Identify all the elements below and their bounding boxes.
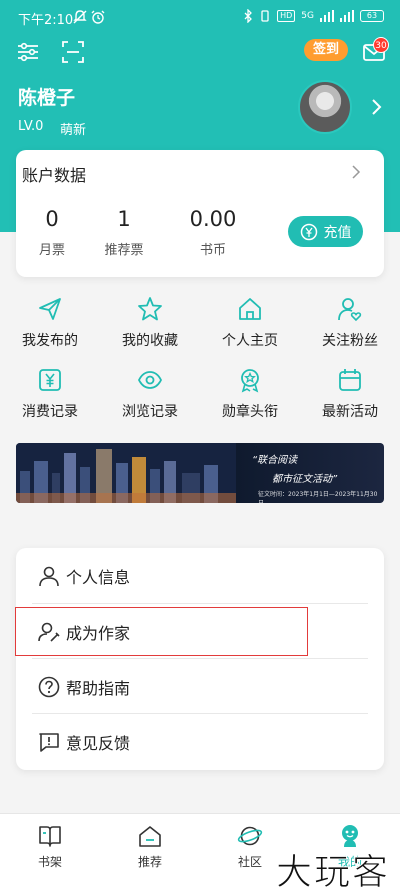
grid-label: 个人主页 bbox=[222, 333, 278, 349]
grid-label: 我发布的 bbox=[22, 333, 78, 349]
yen-coin-icon bbox=[300, 223, 317, 240]
grid-latest-events[interactable]: 最新活动 bbox=[300, 367, 400, 421]
grid-label: 消费记录 bbox=[22, 404, 78, 420]
coins-label: 书币 bbox=[199, 243, 226, 258]
recharge-label: 充值 bbox=[323, 224, 352, 241]
grid-label: 勋章头衔 bbox=[222, 404, 278, 420]
notification-off-icon bbox=[73, 10, 87, 24]
grid-personal-home[interactable]: 个人主页 bbox=[200, 296, 300, 350]
eye-icon bbox=[137, 371, 163, 389]
home-icon bbox=[239, 298, 261, 320]
chevron-right-icon[interactable] bbox=[351, 165, 361, 179]
grid-my-favorites[interactable]: 我的收藏 bbox=[100, 296, 200, 350]
grid-label: 最新活动 bbox=[322, 404, 378, 420]
event-banner[interactable]: “联合阅读 都市征文活动” 征文时间：2023年1月1日—2023年11月30日 bbox=[16, 443, 384, 503]
recommend-ticket-value[interactable]: 1 bbox=[106, 207, 142, 231]
status-right: HD 5G 63 bbox=[243, 9, 384, 23]
menu-label: 个人信息 bbox=[66, 567, 131, 587]
nav-community[interactable]: 社区 bbox=[220, 823, 280, 870]
highlight-box bbox=[15, 607, 308, 656]
menu-personal-info[interactable]: 个人信息 bbox=[16, 548, 384, 603]
chevron-right-icon[interactable] bbox=[370, 98, 382, 116]
scan-icon[interactable] bbox=[61, 40, 85, 64]
city-skyline-image bbox=[16, 443, 236, 503]
status-time: 下午2:10 bbox=[18, 13, 74, 28]
grid-follow-fans[interactable]: 关注粉丝 bbox=[300, 296, 400, 350]
menu-feedback[interactable]: 意见反馈 bbox=[16, 714, 384, 769]
medal-icon bbox=[241, 369, 259, 393]
monthly-ticket-label: 月票 bbox=[38, 243, 65, 258]
user-heart-icon bbox=[338, 298, 362, 322]
vibrate-icon bbox=[261, 10, 269, 22]
grid-my-published[interactable]: 我发布的 bbox=[0, 296, 100, 350]
bookshelf-icon bbox=[39, 826, 61, 847]
banner-subtitle: 都市征文活动” bbox=[272, 474, 338, 485]
signal-icon bbox=[320, 10, 334, 22]
monthly-ticket-value[interactable]: 0 bbox=[34, 207, 70, 231]
calendar-icon bbox=[339, 369, 361, 391]
signal-icon-2 bbox=[340, 10, 354, 22]
mail-badge: 30 bbox=[373, 37, 389, 53]
coins-value[interactable]: 0.00 bbox=[178, 207, 248, 231]
battery-indicator: 63 bbox=[360, 10, 384, 22]
grid-medal-titles[interactable]: 勋章头衔 bbox=[200, 367, 300, 421]
grid-consumption-records[interactable]: 消费记录 bbox=[0, 367, 100, 421]
avatar[interactable] bbox=[298, 80, 352, 134]
user-level-name: 萌新 bbox=[60, 123, 87, 138]
menu-label: 意见反馈 bbox=[66, 733, 131, 753]
send-icon bbox=[39, 298, 61, 320]
nav-bookshelf[interactable]: 书架 bbox=[20, 823, 80, 870]
user-level: LV.0 bbox=[18, 119, 44, 134]
watermark: 大玩客 bbox=[275, 852, 391, 889]
nav-label: 社区 bbox=[237, 855, 262, 869]
network-type: 5G bbox=[301, 11, 314, 21]
alarm-icon bbox=[91, 10, 105, 24]
banner-text: “联合阅读 都市征文活动” 征文时间：2023年1月1日—2023年11月30日 bbox=[228, 451, 378, 503]
nav-label: 推荐 bbox=[137, 855, 162, 869]
nav-label: 书架 bbox=[37, 855, 62, 869]
user-icon bbox=[39, 566, 59, 586]
grid-label: 我的收藏 bbox=[122, 333, 178, 349]
signin-button[interactable]: 签到 bbox=[304, 39, 348, 61]
bluetooth-icon bbox=[244, 9, 253, 23]
grid-label: 浏览记录 bbox=[122, 404, 178, 420]
recommend-ticket-label: 推荐票 bbox=[104, 243, 144, 258]
username[interactable]: 陈橙子 bbox=[18, 83, 75, 110]
recharge-button[interactable]: 充值 bbox=[288, 216, 363, 247]
banner-title: “联合阅读 bbox=[252, 455, 298, 466]
sliders-icon[interactable] bbox=[16, 40, 40, 64]
recommend-icon bbox=[139, 826, 161, 847]
yen-icon bbox=[39, 369, 61, 391]
feedback-icon bbox=[39, 732, 59, 752]
nav-recommend[interactable]: 推荐 bbox=[120, 823, 180, 870]
menu-help-guide[interactable]: 帮助指南 bbox=[16, 659, 384, 714]
status-bar: 下午2:10 HD 5G 63 bbox=[0, 0, 400, 34]
grid-label: 关注粉丝 bbox=[322, 333, 378, 349]
hd-badge: HD bbox=[277, 10, 296, 22]
banner-period: 征文时间：2023年1月1日—2023年11月30日 bbox=[258, 491, 378, 503]
account-title[interactable]: 账户数据 bbox=[22, 162, 86, 186]
grid-browse-history[interactable]: 浏览记录 bbox=[100, 367, 200, 421]
help-icon bbox=[38, 676, 60, 697]
community-icon bbox=[237, 826, 263, 846]
menu-label: 帮助指南 bbox=[66, 678, 131, 698]
star-icon bbox=[138, 297, 162, 321]
